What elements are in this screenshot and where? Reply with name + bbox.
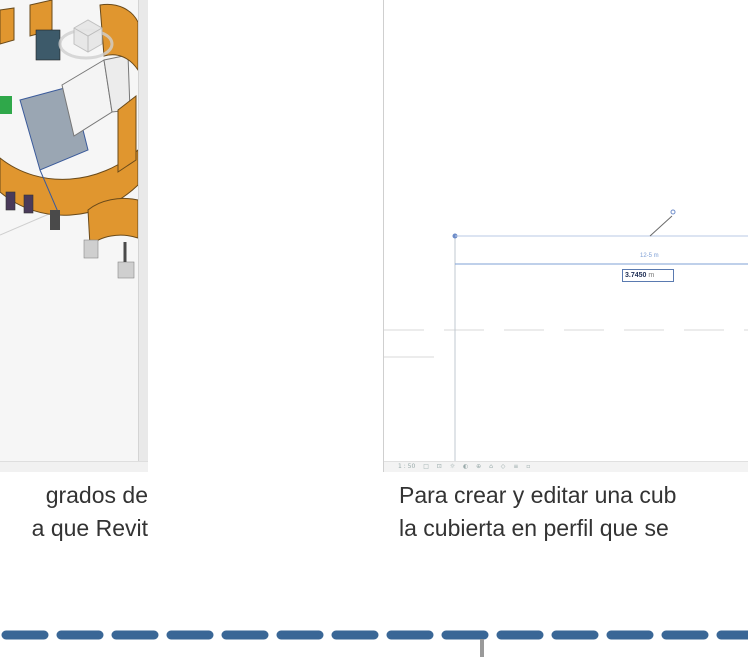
view-control-bar[interactable]: 1 : 50 □ ⊡ ☼ ◐ ⊕ ⌂ ◇ ≡ ▫ [384, 461, 748, 472]
caption-left-line-2: a que Revit [31, 515, 148, 541]
roof-profile-view[interactable]: 12-5 m 3.7450 m 1 : 50 □ ⊡ ☼ ◐ ⊕ ⌂ ◇ ≡ ▫ [383, 0, 748, 472]
caption-left-line-1: grados de [45, 482, 148, 508]
dimension-input[interactable]: 3.7450 m [622, 269, 674, 282]
dimension-lock-icon [670, 209, 676, 215]
caption-right-line-2: la cubierta en perfil que se [399, 515, 669, 541]
status-strip [0, 461, 148, 472]
dimension-unit: m [648, 272, 655, 279]
caption-right-line-1: Para crear y editar una cub [399, 482, 677, 508]
dashed-divider [0, 630, 748, 657]
dimension-label: 12-5 m [640, 253, 659, 259]
divider-center-tick [480, 639, 484, 657]
model-3d-view[interactable] [0, 0, 148, 472]
caption-left: grados de a que Revit [32, 479, 148, 545]
vertical-scrollbar[interactable] [138, 0, 148, 472]
model-3d-illustration [0, 0, 139, 279]
caption-right: Para crear y editar una cub la cubierta … [399, 479, 676, 545]
profile-sketch [384, 209, 748, 462]
view-controls-icons: □ ⊡ ☼ ◐ ⊕ ⌂ ◇ ≡ ▫ [423, 463, 534, 470]
dimension-value: 3.7450 [625, 272, 647, 279]
viewcube-icon[interactable] [58, 8, 114, 64]
view-scale: 1 : 50 [398, 463, 416, 470]
